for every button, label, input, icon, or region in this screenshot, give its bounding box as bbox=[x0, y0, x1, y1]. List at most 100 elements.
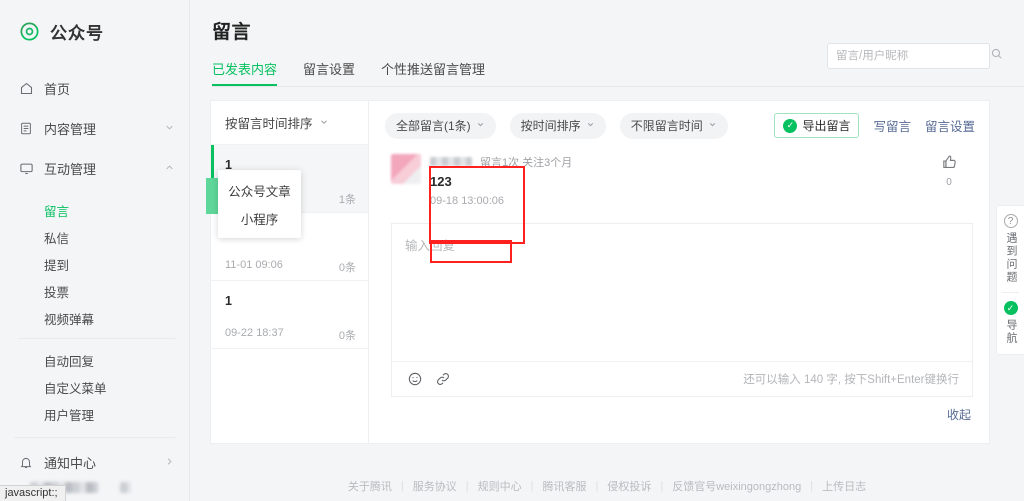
tab-label: 个性推送留言管理 bbox=[381, 62, 486, 77]
footer-divider: | bbox=[530, 480, 534, 492]
like-count: 0 bbox=[946, 177, 952, 188]
dropdown-item-official-article[interactable]: 公众号文章 bbox=[218, 176, 301, 204]
comment-toolbar: 全部留言(1条) 按时间排序 不限留言时间 ✓ 导出留言 写留言 留言设置 bbox=[369, 101, 989, 150]
search-input[interactable] bbox=[836, 50, 990, 62]
write-comment-button[interactable]: 写留言 bbox=[873, 116, 911, 135]
wechat-badge-icon: ✓ bbox=[783, 118, 798, 133]
footer-link-infringement-complaint[interactable]: 侵权投诉 bbox=[607, 478, 651, 494]
sidebar: 公众号 首页 内容管理 互动管理 留言 私信 提到 投票 视频弹幕 自动回复 自… bbox=[0, 0, 190, 501]
browser-status-bar: javascript:; bbox=[0, 485, 66, 501]
like-button[interactable]: 0 bbox=[935, 154, 963, 188]
export-label: 导出留言 bbox=[802, 119, 851, 133]
sidebar-subitem-toupiao[interactable]: 投票 bbox=[0, 278, 189, 305]
footer-divider: | bbox=[465, 480, 469, 492]
tab-label: 留言设置 bbox=[303, 62, 356, 77]
comment-user-stats: 留言1次 关注3个月 bbox=[480, 156, 573, 169]
emoji-icon[interactable] bbox=[406, 371, 423, 388]
footer-link-tencent-support[interactable]: 腾讯客服 bbox=[542, 478, 586, 494]
footer-divider: | bbox=[595, 480, 599, 492]
sidebar-subitem-label: 私信 bbox=[44, 232, 70, 246]
comment-text: 123 bbox=[430, 174, 452, 189]
tab-personalized-push-comments[interactable]: 个性推送留言管理 bbox=[381, 59, 485, 86]
wechat-badge-icon: ✓ bbox=[1003, 301, 1018, 315]
comment-body: 留言1次 关注3个月 123 09-18 13:00:06 bbox=[430, 154, 973, 207]
filter-time-range[interactable]: 不限留言时间 bbox=[619, 112, 728, 139]
tab-underline-rule bbox=[212, 86, 1024, 87]
navigation-label: 导航 bbox=[1005, 319, 1017, 345]
tab-label: 已发表内容 bbox=[212, 62, 278, 77]
list-sort-dropdown[interactable]: 按留言时间排序 bbox=[211, 101, 368, 145]
sidebar-subitem-liuyan[interactable]: 留言 bbox=[0, 197, 189, 224]
divider bbox=[1002, 292, 1019, 293]
reply-editor[interactable]: 输入回复 还可以输入 140 字, 按下Shift+Enter键换行 bbox=[391, 223, 973, 397]
comment-time: 09-18 13:00:06 bbox=[430, 195, 505, 207]
floating-help-bar: ? 遇到问题 ✓ 导航 bbox=[996, 205, 1024, 355]
chevron-down-icon bbox=[708, 120, 717, 132]
footer-link-service-agreement[interactable]: 服务协议 bbox=[413, 478, 457, 494]
thumbs-up-icon bbox=[941, 155, 958, 175]
dropdown-item-label: 公众号文章 bbox=[228, 184, 291, 199]
list-item-count: 0条 bbox=[338, 262, 356, 274]
footer-link-upload-log[interactable]: 上传日志 bbox=[822, 478, 866, 494]
search-box[interactable] bbox=[827, 43, 1002, 69]
list-item[interactable]: 1 09-22 18:37 0条 bbox=[211, 281, 368, 349]
editor-toolbar: 还可以输入 140 字, 按下Shift+Enter键换行 bbox=[392, 361, 972, 396]
article-list-panel: 按留言时间排序 1 09-18 12:59 1条 1 11-01 09:06 bbox=[210, 100, 368, 444]
content-area: 按留言时间排序 1 09-18 12:59 1条 1 11-01 09:06 bbox=[210, 100, 990, 444]
help-label: 遇到问题 bbox=[1005, 232, 1017, 284]
comment-item: 留言1次 关注3个月 123 09-18 13:00:06 0 bbox=[369, 150, 989, 207]
list-item-title: 1 bbox=[225, 294, 232, 308]
list-item-meta: 11-01 09:06 0条 bbox=[225, 259, 356, 275]
sidebar-item-label: 通知中心 bbox=[44, 455, 97, 471]
document-icon bbox=[18, 120, 34, 136]
footer-link-rules-center[interactable]: 规则中心 bbox=[478, 478, 522, 494]
main-area: 留言 已发表内容 留言设置 个性推送留言管理 留言/用户昵称 按留言时间排序 1… bbox=[190, 0, 1024, 501]
sidebar-item-notification-center[interactable]: 通知中心 bbox=[0, 442, 189, 482]
tab-published-content[interactable]: 已发表内容 bbox=[212, 59, 278, 86]
link-icon[interactable] bbox=[434, 371, 451, 388]
collapse-button[interactable]: 收起 bbox=[369, 406, 971, 423]
search-wrap bbox=[827, 43, 1002, 69]
sidebar-item-interaction-management[interactable]: 互动管理 bbox=[0, 148, 189, 188]
dropdown-item-label: 小程序 bbox=[240, 212, 279, 227]
comment-username-masked bbox=[430, 157, 472, 166]
sidebar-subitem-label: 提到 bbox=[44, 259, 70, 273]
chat-icon bbox=[18, 160, 34, 176]
sidebar-subitem-shipindanmu[interactable]: 视频弹幕 bbox=[0, 305, 189, 332]
dropdown-item-mini-program[interactable]: 小程序 bbox=[218, 204, 301, 232]
tab-comment-settings[interactable]: 留言设置 bbox=[303, 59, 355, 86]
help-button[interactable]: ? 遇到问题 bbox=[997, 214, 1024, 284]
sidebar-divider bbox=[14, 437, 175, 438]
account-avatar-masked bbox=[120, 482, 131, 493]
sidebar-item-label: 首页 bbox=[44, 81, 71, 97]
reply-textarea[interactable]: 输入回复 bbox=[392, 224, 972, 361]
sidebar-divider bbox=[18, 338, 175, 339]
search-icon[interactable] bbox=[990, 47, 1003, 65]
footer-link-feedback-account[interactable]: 反馈官号weixingongzhong bbox=[672, 478, 801, 494]
footer-divider: | bbox=[400, 480, 404, 492]
attachment-type-dropdown[interactable]: 公众号文章 小程序 bbox=[218, 170, 301, 238]
footer-link-about-tencent[interactable]: 关于腾讯 bbox=[348, 478, 392, 494]
sidebar-subitem-custom-menu[interactable]: 自定义菜单 bbox=[0, 374, 189, 401]
list-sort-label: 按留言时间排序 bbox=[225, 117, 313, 131]
app-root: 公众号 首页 内容管理 互动管理 留言 私信 提到 投票 视频弹幕 自动回复 自… bbox=[0, 0, 1024, 501]
brand[interactable]: 公众号 bbox=[0, 0, 189, 61]
export-comments-button[interactable]: ✓ 导出留言 bbox=[774, 113, 860, 138]
comment-settings-button[interactable]: 留言设置 bbox=[925, 116, 975, 135]
sidebar-subitem-sixin[interactable]: 私信 bbox=[0, 224, 189, 251]
sidebar-subitem-auto-reply[interactable]: 自动回复 bbox=[0, 347, 189, 374]
question-mark-icon: ? bbox=[1003, 214, 1018, 228]
sidebar-subitem-user-management[interactable]: 用户管理 bbox=[0, 401, 189, 428]
filter-sort-by-time[interactable]: 按时间排序 bbox=[509, 112, 606, 139]
chevron-down-icon bbox=[586, 120, 595, 132]
navigation-button[interactable]: ✓ 导航 bbox=[997, 301, 1024, 345]
sidebar-item-home[interactable]: 首页 bbox=[0, 68, 189, 108]
filter-all-comments[interactable]: 全部留言(1条) bbox=[385, 112, 496, 139]
chevron-up-icon bbox=[164, 161, 175, 176]
sidebar-subitem-tidao[interactable]: 提到 bbox=[0, 251, 189, 278]
sidebar-item-content-management[interactable]: 内容管理 bbox=[0, 108, 189, 148]
home-icon bbox=[18, 80, 34, 96]
filter-label: 不限留言时间 bbox=[630, 119, 703, 133]
footer-divider: | bbox=[660, 480, 664, 492]
